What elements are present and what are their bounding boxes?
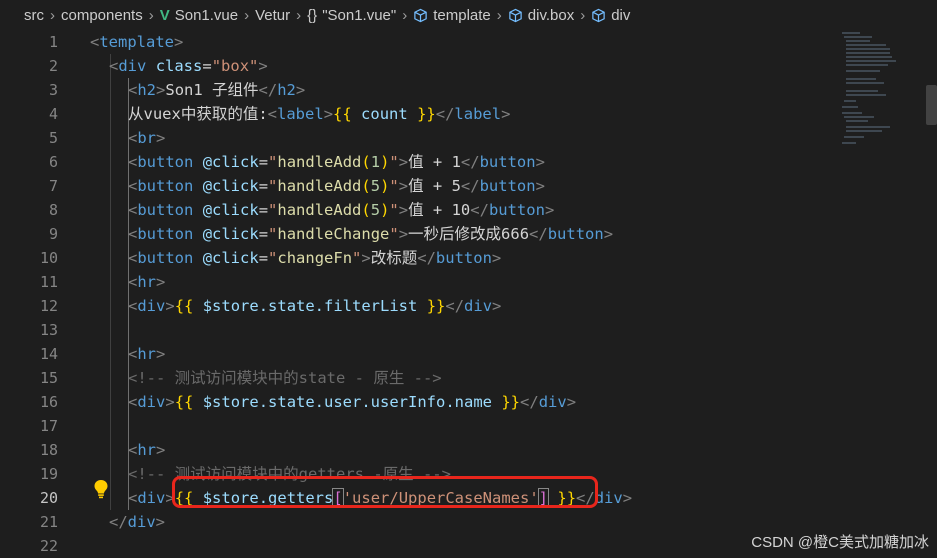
braces-icon: {}	[307, 6, 318, 24]
line-number: 10	[39, 249, 58, 267]
chevron-right-icon: ›	[402, 6, 408, 24]
breadcrumb-src[interactable]: src	[24, 7, 44, 24]
breadcrumb-label: div.box	[527, 6, 575, 24]
line-number: 9	[48, 225, 58, 243]
code-line[interactable]: 13	[0, 318, 937, 342]
line-number: 4	[48, 105, 58, 123]
breadcrumb-label: src	[24, 6, 44, 24]
code-line[interactable]: 15 <!-- 测试访问模块中的state - 原生 -->	[0, 366, 937, 390]
scrollbar-thumb[interactable]	[926, 85, 937, 125]
line-number: 16	[39, 393, 58, 411]
breadcrumb-label: Son1.vue	[174, 6, 239, 24]
code-line[interactable]: 4 从vuex中获取的值:<label>{{ count }}</label>	[0, 102, 937, 126]
vue-file-icon: V	[159, 6, 170, 24]
code-line[interactable]: 7 <button @click="handleAdd(5)">值 + 5</b…	[0, 174, 937, 198]
line-number: 5	[48, 129, 58, 147]
line-number: 7	[48, 177, 58, 195]
lightbulb-icon[interactable]	[92, 479, 110, 499]
line-number: 14	[39, 345, 58, 363]
line-number: 17	[39, 417, 58, 435]
line-number: 21	[39, 513, 58, 531]
watermark: CSDN @橙C美式加糖加冰	[751, 534, 929, 551]
breadcrumb-label: template	[433, 6, 491, 24]
chevron-right-icon: ›	[580, 6, 586, 24]
code-line[interactable]: 5 <br>	[0, 126, 937, 150]
chevron-right-icon: ›	[244, 6, 250, 24]
line-number: 19	[39, 465, 58, 483]
breadcrumb: src › components › V Son1.vue › Vetur › …	[0, 0, 937, 30]
code-line[interactable]: 1 <template>	[0, 30, 937, 54]
breadcrumb-components[interactable]: components	[61, 7, 143, 24]
line-number: 20	[39, 489, 58, 507]
code-line[interactable]: 3 <h2>Son1 子组件</h2>	[0, 78, 937, 102]
code-line[interactable]: 6 <button @click="handleAdd(1)">值 + 1</b…	[0, 150, 937, 174]
cube-icon	[509, 8, 522, 22]
line-number: 1	[48, 33, 58, 51]
line-number: 22	[39, 537, 58, 555]
breadcrumb-file[interactable]: V Son1.vue	[160, 7, 238, 24]
line-number: 8	[48, 201, 58, 219]
code-line[interactable]: 17	[0, 414, 937, 438]
cube-icon	[592, 8, 605, 22]
breadcrumb-div[interactable]: div	[591, 7, 630, 24]
chevron-right-icon: ›	[148, 6, 154, 24]
breadcrumb-label: Vetur	[255, 6, 291, 24]
code-line[interactable]: 18 <hr>	[0, 438, 937, 462]
breadcrumb-module[interactable]: {} "Son1.vue"	[307, 7, 396, 24]
breadcrumb-label: components	[61, 6, 143, 24]
line-number: 18	[39, 441, 58, 459]
line-number: 6	[48, 153, 58, 171]
code-line[interactable]: 14 <hr>	[0, 342, 937, 366]
highlight-annotation	[172, 476, 598, 508]
line-number: 13	[39, 321, 58, 339]
chevron-right-icon: ›	[296, 6, 302, 24]
line-number: 12	[39, 297, 58, 315]
minimap[interactable]	[840, 30, 920, 160]
code-line[interactable]: 10 <button @click="changeFn">改标题</button…	[0, 246, 937, 270]
breadcrumb-vetur[interactable]: Vetur	[255, 7, 290, 24]
chevron-right-icon: ›	[50, 6, 55, 24]
code-line[interactable]: 12 <div>{{ $store.state.filterList }}</d…	[0, 294, 937, 318]
line-number: 2	[48, 57, 58, 75]
line-number: 3	[48, 81, 58, 99]
breadcrumb-div-box[interactable]: div.box	[508, 7, 574, 24]
code-line[interactable]: 9 <button @click="handleChange">一秒后修改成66…	[0, 222, 937, 246]
code-line[interactable]: 16 <div>{{ $store.state.user.userInfo.na…	[0, 390, 937, 414]
code-line[interactable]: 11 <hr>	[0, 270, 937, 294]
breadcrumb-label: "Son1.vue"	[322, 6, 397, 24]
line-number: 11	[39, 273, 58, 291]
chevron-right-icon: ›	[496, 6, 502, 24]
breadcrumb-template[interactable]: template	[413, 7, 491, 24]
code-line[interactable]: 2 <div class="box">	[0, 54, 937, 78]
breadcrumb-label: div	[611, 6, 631, 24]
code-line[interactable]: 8 <button @click="handleAdd(5)">值 + 10</…	[0, 198, 937, 222]
line-number: 15	[39, 369, 58, 387]
cube-icon	[414, 8, 427, 22]
